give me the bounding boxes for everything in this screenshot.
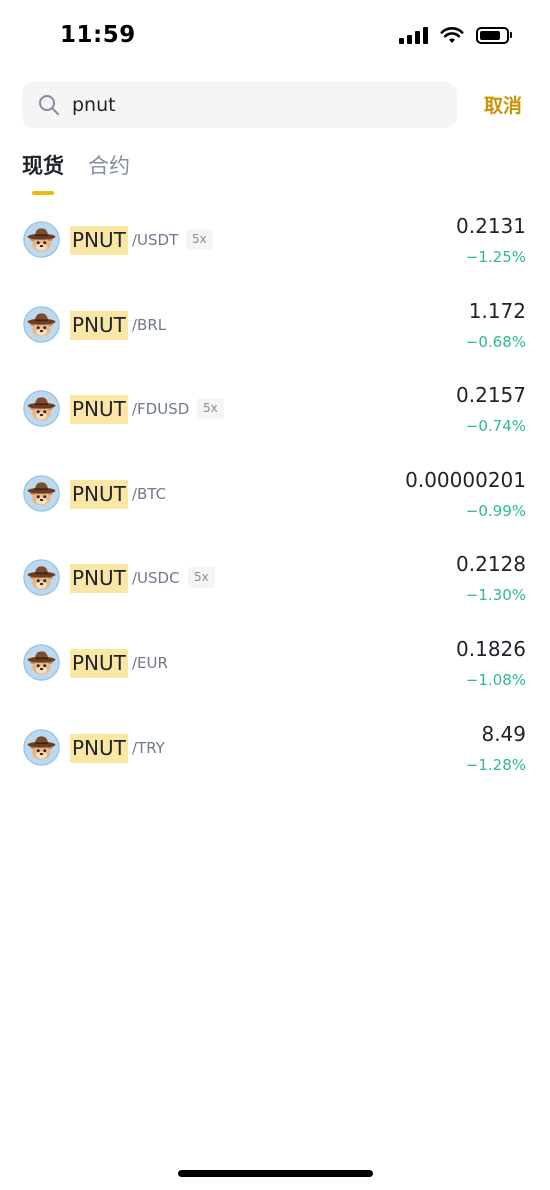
last-price: 1.172	[468, 298, 526, 323]
leverage-badge: 5x	[188, 567, 215, 589]
pair-row-pnut-eur[interactable]: PNUT /EUR 0.1826 −1.08%	[0, 621, 550, 706]
price-change-percent: −1.30%	[465, 586, 526, 605]
pair-row-pnut-brl[interactable]: PNUT /BRL 1.172 −0.68%	[0, 283, 550, 368]
base-symbol: PNUT	[70, 479, 128, 509]
last-price: 0.2157	[456, 383, 526, 408]
pair-row-pnut-usdc[interactable]: PNUT /USDC 5x 0.2128 −1.30%	[0, 536, 550, 621]
home-indicator[interactable]	[178, 1170, 373, 1177]
last-price: 0.1826	[456, 636, 526, 661]
tab-spot-label: 现货	[22, 154, 64, 178]
quote-symbol: /EUR	[132, 653, 168, 672]
pair-row-pnut-try[interactable]: PNUT /TRY 8.49 −1.28%	[0, 706, 550, 791]
pnut-coin-icon	[23, 644, 60, 681]
cancel-button[interactable]: 取消	[484, 91, 522, 118]
quote-symbol: /BTC	[132, 484, 167, 503]
price-change-percent: −1.08%	[465, 670, 526, 689]
pair-row-pnut-fdusd[interactable]: PNUT /FDUSD 5x 0.2157 −0.74%	[0, 367, 550, 452]
pair-list: PNUT /USDT 5x 0.2131 −1.25% PNUT /BRL 1.…	[0, 198, 550, 790]
base-symbol: PNUT	[70, 310, 128, 340]
search-input[interactable]	[72, 82, 442, 128]
leverage-badge: 5x	[186, 229, 213, 250]
quote-symbol: /FDUSD	[132, 400, 190, 419]
wifi-icon	[440, 27, 464, 43]
status-bar: 11:59	[0, 0, 550, 72]
price-change-percent: −0.74%	[465, 417, 526, 436]
tab-futures-label: 合约	[88, 154, 130, 178]
status-icons	[399, 26, 512, 44]
pnut-coin-icon	[23, 559, 60, 597]
price-change-percent: −1.28%	[465, 755, 526, 774]
last-price: 0.2128	[456, 552, 526, 577]
cellular-signal-icon	[399, 26, 428, 44]
last-price: 8.49	[481, 721, 526, 746]
leverage-badge: 5x	[197, 398, 224, 420]
battery-icon	[476, 26, 512, 44]
last-price: 0.00000201	[405, 467, 526, 492]
price-change-percent: −0.99%	[465, 501, 526, 520]
base-symbol: PNUT	[70, 648, 128, 678]
pnut-coin-icon	[23, 390, 60, 427]
pair-row-pnut-usdt[interactable]: PNUT /USDT 5x 0.2131 −1.25%	[0, 198, 550, 283]
price-change-percent: −1.25%	[465, 248, 526, 266]
tab-futures[interactable]: 合约	[88, 150, 130, 196]
base-symbol: PNUT	[70, 564, 128, 594]
pnut-coin-icon	[23, 305, 60, 343]
quote-symbol: /TRY	[132, 738, 165, 757]
pair-row-pnut-btc[interactable]: PNUT /BTC 0.00000201 −0.99%	[0, 452, 550, 537]
price-change-percent: −0.68%	[465, 332, 526, 351]
quote-symbol: /BRL	[132, 315, 167, 334]
pnut-coin-icon	[23, 221, 60, 258]
status-time: 11:59	[60, 22, 136, 48]
base-symbol: PNUT	[70, 733, 128, 763]
quote-symbol: /USDC	[132, 569, 180, 588]
active-tab-indicator	[32, 191, 54, 195]
search-box[interactable]	[22, 82, 457, 128]
tab-spot[interactable]: 现货	[22, 150, 64, 196]
quote-symbol: /USDT	[132, 231, 179, 249]
last-price: 0.2131	[456, 214, 526, 238]
search-icon	[39, 95, 59, 115]
tab-bar: 现货 合约	[22, 150, 130, 200]
base-symbol: PNUT	[70, 226, 128, 255]
base-symbol: PNUT	[70, 395, 128, 425]
pnut-coin-icon	[23, 728, 60, 766]
pnut-coin-icon	[23, 475, 60, 512]
